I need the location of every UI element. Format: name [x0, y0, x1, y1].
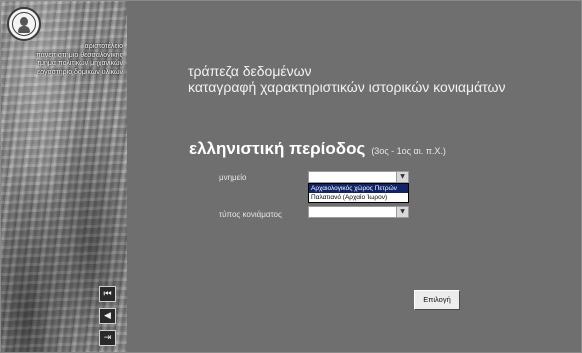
- first-record-button[interactable]: ⏮: [99, 286, 116, 302]
- institution-line: αριστοτέλειο: [84, 43, 123, 50]
- monument-select[interactable]: ▼: [308, 171, 409, 183]
- chevron-down-icon[interactable]: ▼: [396, 207, 408, 217]
- monument-label: μνημείο: [219, 173, 247, 182]
- sidebar: αριστοτέλειο πανεπιστήμιο θεσσαλονίκης τ…: [1, 1, 127, 352]
- mortar-type-label: τύπος κονιάματος: [219, 210, 282, 219]
- header-title: τράπεζα δεδομένων: [188, 63, 312, 79]
- dropdown-option[interactable]: Παλατιανό (Αρχαίο Ίωρον): [309, 193, 408, 202]
- monument-dropdown-list: Αρχαιολογικός χώρος Πετρών Παλατιανό (Αρ…: [308, 183, 409, 203]
- period-title: ελληνιστική περίοδος (3ος - 1ος αι. π.Χ.): [189, 139, 446, 159]
- institution-line: πανεπιστήμιο θεσσαλονίκης: [36, 51, 123, 59]
- back-icon: ◀: [104, 311, 111, 321]
- header-subtitle: καταγραφή χαρακτηριστικών ιστορικών κονι…: [188, 79, 506, 95]
- select-button[interactable]: Επιλογή: [414, 290, 460, 310]
- university-seal-icon: [7, 7, 41, 41]
- dropdown-option[interactable]: Αρχαιολογικός χώρος Πετρών: [309, 184, 408, 193]
- institution-line: εργαστήριο δομικών υλικών: [37, 68, 123, 76]
- chevron-down-icon[interactable]: ▼: [396, 172, 408, 182]
- institution-line: τμήμα πολιτικών μηχανικών: [37, 60, 123, 67]
- mortar-type-select[interactable]: ▼: [308, 206, 409, 218]
- first-record-icon: ⏮: [103, 289, 112, 299]
- period-range: (3ος - 1ος αι. π.Χ.): [371, 146, 446, 156]
- exit-icon: ⇥: [103, 333, 112, 343]
- app-window: αριστοτέλειο πανεπιστήμιο θεσσαλονίκης τ…: [0, 0, 582, 353]
- period-name: ελληνιστική περίοδος: [189, 139, 366, 158]
- back-button[interactable]: ◀: [99, 308, 116, 324]
- institution-name: αριστοτέλειο πανεπιστήμιο θεσσαλονίκης τ…: [5, 43, 123, 77]
- exit-button[interactable]: ⇥: [99, 330, 116, 346]
